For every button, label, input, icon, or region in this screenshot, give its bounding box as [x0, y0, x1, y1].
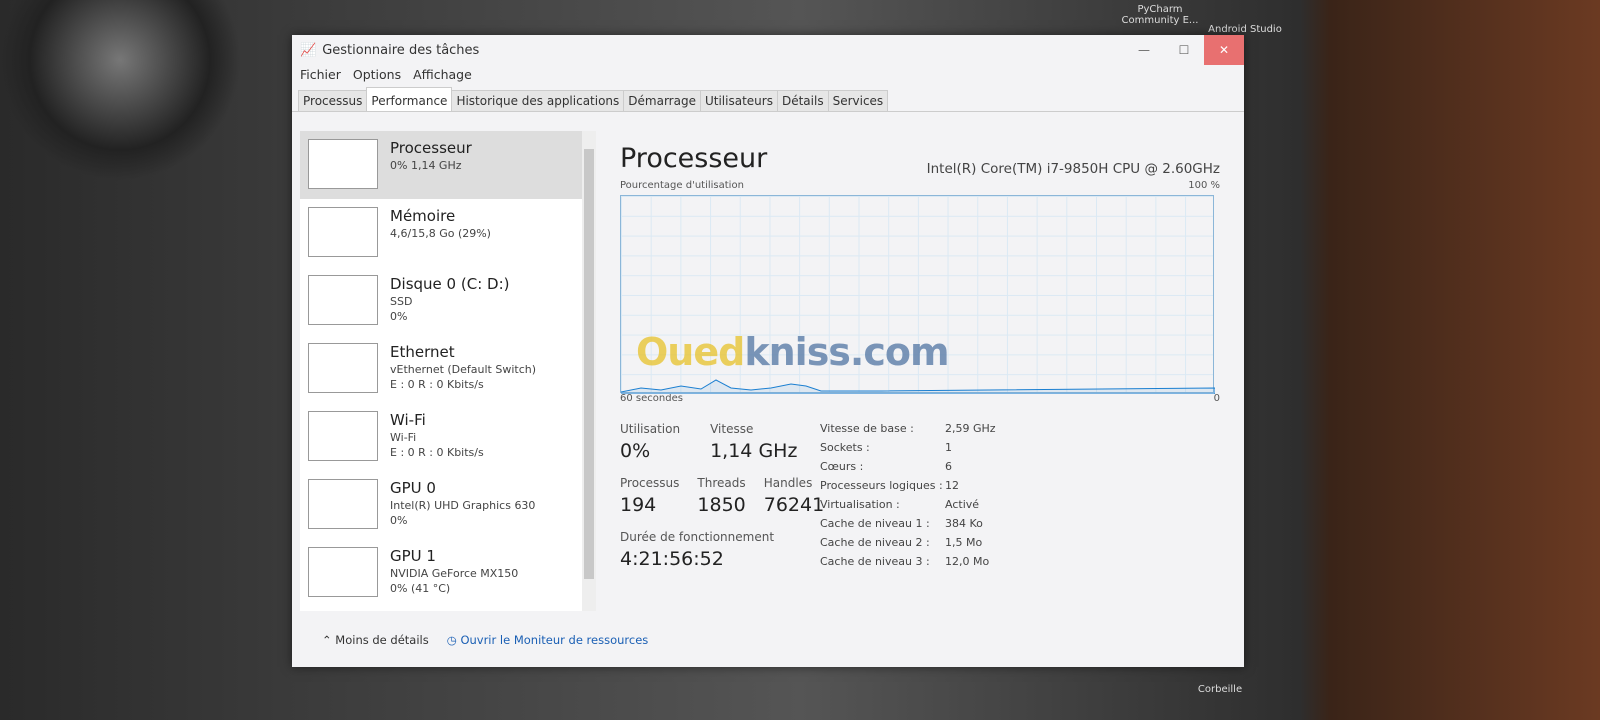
- desktop-icon-pycharm[interactable]: PyCharm Community E...: [1120, 4, 1200, 26]
- tab-bar: Processus Performance Historique des app…: [292, 87, 1244, 112]
- less-details-label: Moins de détails: [335, 633, 429, 647]
- sidebar-item-name: Ethernet: [390, 343, 455, 361]
- utilisation-value: 0%: [620, 440, 651, 462]
- threads-label: Threads: [697, 476, 746, 490]
- processus-label: Processus: [620, 476, 680, 490]
- resource-thumbnail-graph: [308, 547, 378, 597]
- spec-label: Sockets :: [820, 441, 870, 454]
- graph-max: 100 %: [1188, 180, 1220, 191]
- graph-min: 0: [1213, 393, 1220, 404]
- spec-label: Processeurs logiques :: [820, 479, 943, 492]
- threads-value: 1850: [697, 494, 746, 516]
- sidebar-item-detail: NVIDIA GeForce MX150: [390, 567, 519, 580]
- sidebar-item-detail: 0% 1,14 GHz: [390, 159, 462, 172]
- spec-label: Cache de niveau 2 :: [820, 536, 930, 549]
- spec-value: Activé: [945, 498, 980, 511]
- desktop-icon-android-studio[interactable]: Android Studio: [1205, 24, 1285, 35]
- vitesse-value: 1,14 GHz: [710, 440, 798, 462]
- resource-thumbnail-graph: [308, 343, 378, 393]
- footer: ⌃ Moins de détails ◷ Ouvrir le Moniteur …: [322, 633, 648, 647]
- resource-monitor-label: Ouvrir le Moniteur de ressources: [460, 633, 649, 647]
- maximize-button[interactable]: ☐: [1164, 35, 1204, 65]
- sidebar-item-name: Disque 0 (C: D:): [390, 275, 510, 293]
- resource-thumbnail-graph: [308, 479, 378, 529]
- sidebar-item-name: Wi-Fi: [390, 411, 426, 429]
- sidebar-item-mmoire[interactable]: Mémoire 4,6/15,8 Go (29%): [300, 199, 592, 267]
- watermark-logo: Ouedkniss.com: [636, 330, 950, 374]
- sidebar-item-detail2: 0% (41 °C): [390, 582, 451, 595]
- scrollbar-thumb[interactable]: [584, 149, 594, 579]
- vitesse-label: Vitesse: [710, 422, 754, 436]
- sidebar-item-name: Mémoire: [390, 207, 456, 225]
- spec-value: 1: [945, 441, 952, 454]
- sidebar-item-detail: SSD: [390, 295, 413, 308]
- menu-affichage[interactable]: Affichage: [413, 67, 472, 82]
- open-resource-monitor-link[interactable]: ◷ Ouvrir le Moniteur de ressources: [447, 633, 649, 647]
- sidebar-item-processeur[interactable]: Processeur 0% 1,14 GHz: [300, 131, 592, 199]
- title-bar: 📈 Gestionnaire des tâches: [292, 35, 1244, 65]
- tab-details[interactable]: Détails: [776, 90, 829, 111]
- sidebar-item-disque[interactable]: Disque 0 (C: D:) SSD 0%: [300, 267, 592, 335]
- spec-value: 12: [945, 479, 959, 492]
- spec-label: Virtualisation :: [820, 498, 900, 511]
- sidebar-item-detail2: E : 0 R : 0 Kbits/s: [390, 378, 484, 391]
- sidebar-item-detail: Intel(R) UHD Graphics 630: [390, 499, 536, 512]
- sidebar-item-gpu[interactable]: GPU 0 Intel(R) UHD Graphics 630 0%: [300, 471, 592, 539]
- sidebar-item-detail2: E : 0 R : 0 Kbits/s: [390, 446, 484, 459]
- tab-historique[interactable]: Historique des applications: [451, 90, 625, 111]
- resource-thumbnail-graph: [308, 275, 378, 325]
- tab-demarrage[interactable]: Démarrage: [623, 90, 701, 111]
- cpu-model: Intel(R) Core(TM) i7-9850H CPU @ 2.60GHz: [926, 161, 1220, 177]
- spec-value: 12,0 Mo: [945, 555, 990, 568]
- spec-value: 384 Ko: [945, 517, 983, 530]
- tab-services[interactable]: Services: [827, 90, 889, 111]
- sidebar-item-name: Processeur: [390, 139, 472, 157]
- sidebar-item-detail2: 0%: [390, 514, 408, 527]
- sidebar-item-detail2: 0%: [390, 310, 408, 323]
- sidebar-item-detail: 4,6/15,8 Go (29%): [390, 227, 491, 240]
- spec-label: Vitesse de base :: [820, 422, 914, 435]
- minimize-button[interactable]: —: [1124, 35, 1164, 65]
- spec-value: 6: [945, 460, 952, 473]
- tab-processus[interactable]: Processus: [298, 90, 368, 111]
- graph-label: Pourcentage d'utilisation: [620, 180, 744, 191]
- menu-options[interactable]: Options: [353, 67, 401, 82]
- sidebar-item-detail: vEthernet (Default Switch): [390, 363, 537, 376]
- sidebar-scrollbar[interactable]: [582, 131, 596, 611]
- sidebar-item-wifi[interactable]: Wi-Fi Wi-Fi E : 0 R : 0 Kbits/s: [300, 403, 592, 471]
- sidebar-item-name: GPU 1: [390, 547, 436, 565]
- uptime-label: Durée de fonctionnement: [620, 530, 775, 544]
- sidebar-item-gpu[interactable]: GPU 1 NVIDIA GeForce MX150 0% (41 °C): [300, 539, 592, 607]
- spec-label: Cache de niveau 1 :: [820, 517, 930, 530]
- graph-time: 60 secondes: [620, 393, 683, 404]
- window-title: Gestionnaire des tâches: [322, 42, 480, 58]
- uptime-value: 4:21:56:52: [620, 548, 724, 570]
- handles-value: 76241: [763, 494, 825, 516]
- spec-label: Cache de niveau 3 :: [820, 555, 930, 568]
- desktop-icon-recycle-bin[interactable]: Corbeille: [1180, 684, 1260, 695]
- spec-value: 1,5 Mo: [945, 536, 983, 549]
- cpu-specs: Vitesse de base : 2,59 GHz Sockets : 1 Cœurs…: [820, 422, 1025, 570]
- spec-value: 2,59 GHz: [945, 422, 996, 435]
- less-details-button[interactable]: ⌃ Moins de détails: [322, 633, 429, 647]
- resource-thumbnail-graph: [308, 139, 378, 189]
- sidebar-item-detail: Wi-Fi: [390, 431, 417, 444]
- resource-sidebar: Processeur 0% 1,14 GHz Mémoire 4,6/15,8 Go …: [300, 131, 592, 611]
- processus-value: 194: [620, 494, 657, 516]
- handles-label: Handles: [763, 476, 813, 490]
- spec-label: Cœurs :: [820, 460, 864, 473]
- resource-thumbnail-graph: [308, 411, 378, 461]
- tab-performance[interactable]: Performance: [366, 87, 453, 111]
- close-button[interactable]: ✕: [1204, 35, 1244, 65]
- sidebar-item-name: GPU 0: [390, 479, 436, 497]
- resource-thumbnail-graph: [308, 207, 378, 257]
- menu-bar: Fichier Options Affichage: [292, 65, 1244, 84]
- menu-fichier[interactable]: Fichier: [300, 67, 341, 82]
- sidebar-item-ethernet[interactable]: Ethernet vEthernet (Default Switch) E : 0 …: [300, 335, 592, 403]
- task-manager-icon: 📈: [300, 42, 317, 58]
- tab-utilisateurs[interactable]: Utilisateurs: [699, 90, 778, 111]
- utilisation-label: Utilisation: [620, 422, 681, 436]
